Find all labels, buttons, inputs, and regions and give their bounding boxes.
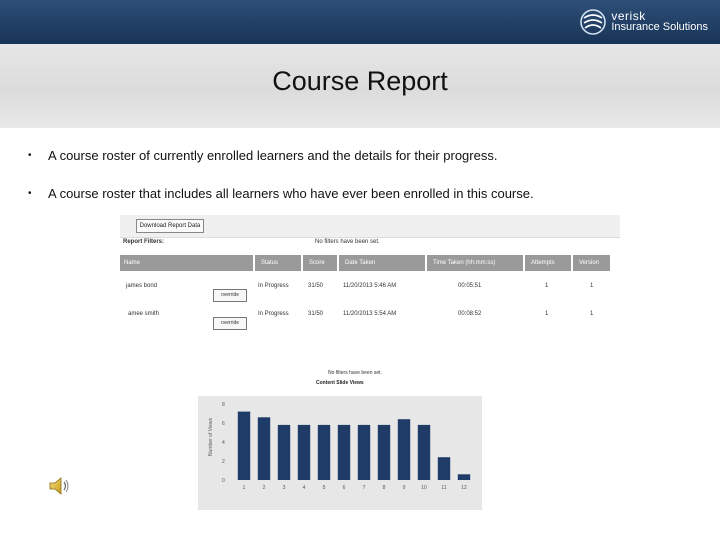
bar-7 xyxy=(357,424,371,480)
bullet-item: • A course roster of currently enrolled … xyxy=(28,148,688,186)
bullet-list: • A course roster of currently enrolled … xyxy=(28,148,688,224)
verisk-logo: verisk Insurance Solutions xyxy=(580,6,708,38)
x-tick-label: 6 xyxy=(343,485,346,491)
table-row: james bond override In Progress 31/50 11… xyxy=(120,277,612,303)
col-date-taken[interactable]: Date Taken xyxy=(341,255,427,271)
col-name[interactable]: Name xyxy=(120,255,255,271)
row-status: In Progress xyxy=(258,283,289,289)
header-bar: verisk Insurance Solutions xyxy=(0,0,720,44)
y-tick-label: 0 xyxy=(222,478,225,484)
y-tick-label: 8 xyxy=(222,402,225,408)
verisk-logo-mark-icon xyxy=(580,9,607,35)
row-date: 11/20/2013 5:54 AM xyxy=(343,311,397,317)
row-status: In Progress xyxy=(258,311,289,317)
col-score[interactable]: Score xyxy=(305,255,339,271)
x-tick-label: 4 xyxy=(303,485,306,491)
slide-title: Course Report xyxy=(272,66,448,96)
x-tick-label: 7 xyxy=(363,485,366,491)
bar-12 xyxy=(457,474,471,480)
row-name: james bond xyxy=(126,283,158,289)
report-filters-label: Report Filters: xyxy=(123,239,165,245)
bar-6 xyxy=(337,424,351,480)
download-report-button[interactable]: Download Report Data xyxy=(136,219,204,233)
slide-views-chart: No filters have been set. Content Slide … xyxy=(198,366,482,510)
bar-8 xyxy=(377,424,391,480)
chart-title: Content Slide Views xyxy=(316,380,364,386)
chart-subtitle: No filters have been set. xyxy=(328,370,382,376)
col-time-taken[interactable]: Time Taken (hh:mm:ss) xyxy=(429,255,525,271)
chart-svg: 02468Number of Views1 2 3 4 5 6 7 8 9 10 11 12 xyxy=(208,402,471,491)
y-axis-label: Number of Views xyxy=(208,418,214,456)
bullet-dot-icon: • xyxy=(28,188,32,199)
chart-plot-area: 0 2 4 6 8 Number of Views 1 2 3 4 5 6 7 8 9 10 11 12 xyxy=(198,396,482,510)
row-score: 31/50 xyxy=(308,283,324,289)
speaker-icon[interactable] xyxy=(48,475,72,497)
bar-3 xyxy=(277,424,291,480)
row-version: 1 xyxy=(590,283,594,289)
override-button[interactable]: override xyxy=(213,289,247,302)
bar-11 xyxy=(437,457,451,480)
bar-4 xyxy=(297,424,311,480)
override-button[interactable]: override xyxy=(213,317,247,330)
x-tick-label: 1 xyxy=(243,485,246,491)
table-row: amee smith override In Progress 31/50 11… xyxy=(120,305,612,331)
bar-1 xyxy=(237,411,251,480)
x-tick-label: 2 xyxy=(263,485,266,491)
bullet-text: A course roster that includes all learne… xyxy=(48,186,534,201)
col-status[interactable]: Status xyxy=(257,255,303,271)
x-tick-label: 3 xyxy=(283,485,286,491)
x-tick-label: 8 xyxy=(383,485,386,491)
y-tick-label: 6 xyxy=(222,421,225,427)
bar-9 xyxy=(397,419,411,480)
bullet-dot-icon: • xyxy=(28,150,32,161)
logo-line-2: Insurance Solutions xyxy=(611,21,708,33)
report-no-filters: No filters have been set. xyxy=(315,239,380,245)
x-tick-label: 10 xyxy=(421,485,427,491)
row-score: 31/50 xyxy=(308,311,324,317)
course-report-table: Download Report Data Report Filters: No … xyxy=(120,215,620,330)
x-tick-label: 5 xyxy=(323,485,326,491)
bar-2 xyxy=(257,417,271,480)
y-tick-label: 4 xyxy=(222,440,225,446)
bar-10 xyxy=(417,424,431,480)
col-version[interactable]: Version xyxy=(575,255,612,271)
row-date: 11/20/2013 5:46 AM xyxy=(343,283,397,289)
col-attempts[interactable]: Attempts xyxy=(527,255,573,271)
y-tick-label: 2 xyxy=(222,459,225,465)
bar-5 xyxy=(317,424,331,480)
row-time: 00:08:52 xyxy=(458,311,482,317)
row-version: 1 xyxy=(590,311,594,317)
row-name: amee smith xyxy=(128,311,160,317)
x-tick-label: 12 xyxy=(461,485,467,491)
report-toolbar: Download Report Data xyxy=(120,215,620,238)
row-attempts: 1 xyxy=(545,283,549,289)
bullet-text: A course roster of currently enrolled le… xyxy=(48,148,498,163)
x-tick-label: 9 xyxy=(403,485,406,491)
row-attempts: 1 xyxy=(545,311,549,317)
row-time: 00:05:51 xyxy=(458,283,482,289)
table-header: Name Status Score Date Taken Time Taken … xyxy=(120,255,612,271)
x-tick-label: 11 xyxy=(441,485,446,491)
